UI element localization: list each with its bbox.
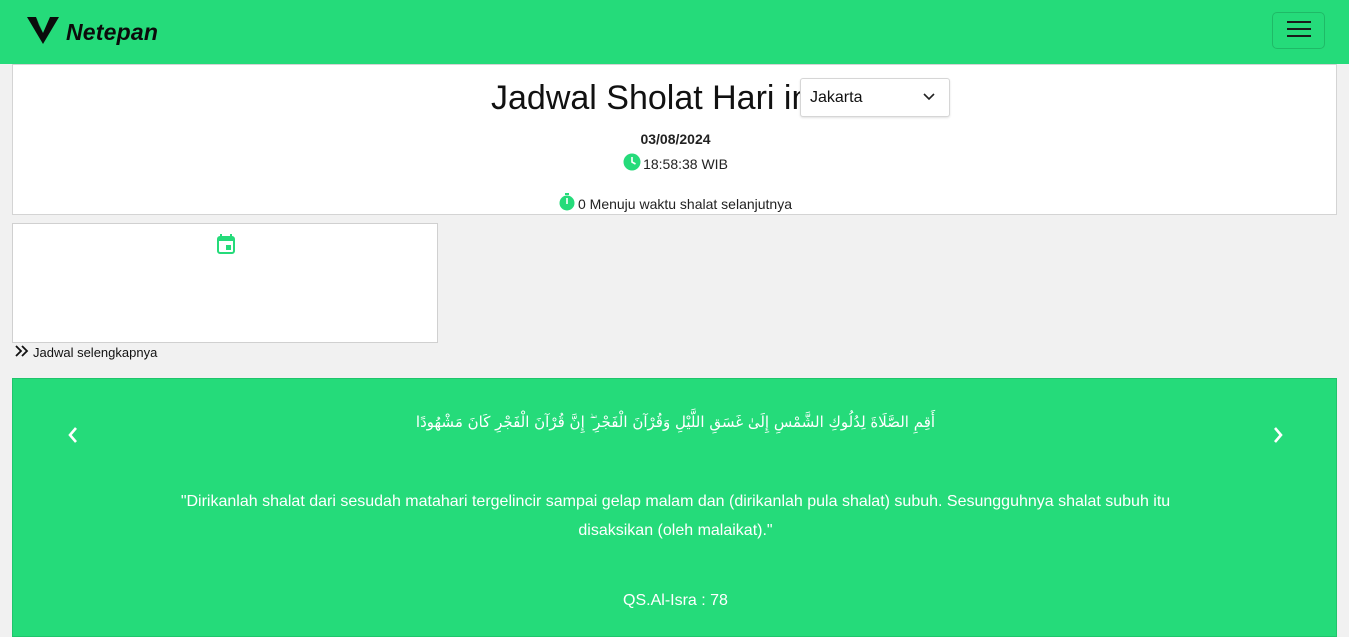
verse-arabic: أَقِمِ الصَّلَاةَ لِدُلُوكِ الشَّمْسِ إِ… (415, 413, 936, 431)
verse-reference: QS.Al-Isra : 78 (623, 592, 728, 609)
carousel-next-button[interactable] (1270, 425, 1286, 445)
chevron-right-icon (1274, 427, 1283, 443)
prayer-header-card: Jadwal Sholat Hari ini Jakarta 03/08/202… (12, 64, 1337, 215)
verse-translation: "Dirikanlah shalat dari sesudah matahari… (180, 493, 1171, 539)
prayer-schedule-card (12, 223, 438, 343)
current-time-row: 18:58:38 WIB (13, 153, 1338, 174)
next-prayer-row: 0 Menuju waktu shalat selanjutnya (13, 193, 1338, 214)
navbar-toggle-button[interactable] (1272, 12, 1325, 49)
full-schedule-link-label: Jadwal selengkapnya (33, 345, 158, 360)
current-time: 18:58:38 WIB (643, 155, 728, 172)
next-prayer-countdown: 0 Menuju waktu shalat selanjutnya (577, 195, 793, 212)
city-select-value: Jakarta (810, 88, 863, 106)
current-date: 03/08/2024 (640, 131, 711, 147)
brand-link[interactable]: Netepan (26, 15, 158, 49)
page-title: Jadwal Sholat Hari ini (491, 79, 818, 117)
brand-name: Netepan (66, 18, 159, 45)
double-chevron-right-icon (15, 345, 33, 360)
verse-carousel: أَقِمِ الصَّلَاةَ لِدُلُوكِ الشَّمْسِ إِ… (12, 378, 1337, 637)
full-schedule-link[interactable]: Jadwal selengkapnya (15, 345, 157, 360)
netepan-logo-icon (26, 14, 60, 51)
navbar: Netepan (0, 0, 1349, 64)
stopwatch-icon (559, 193, 578, 214)
city-select[interactable]: Jakarta (800, 78, 950, 117)
clock-icon (623, 153, 643, 174)
hamburger-menu-icon (1286, 19, 1311, 42)
